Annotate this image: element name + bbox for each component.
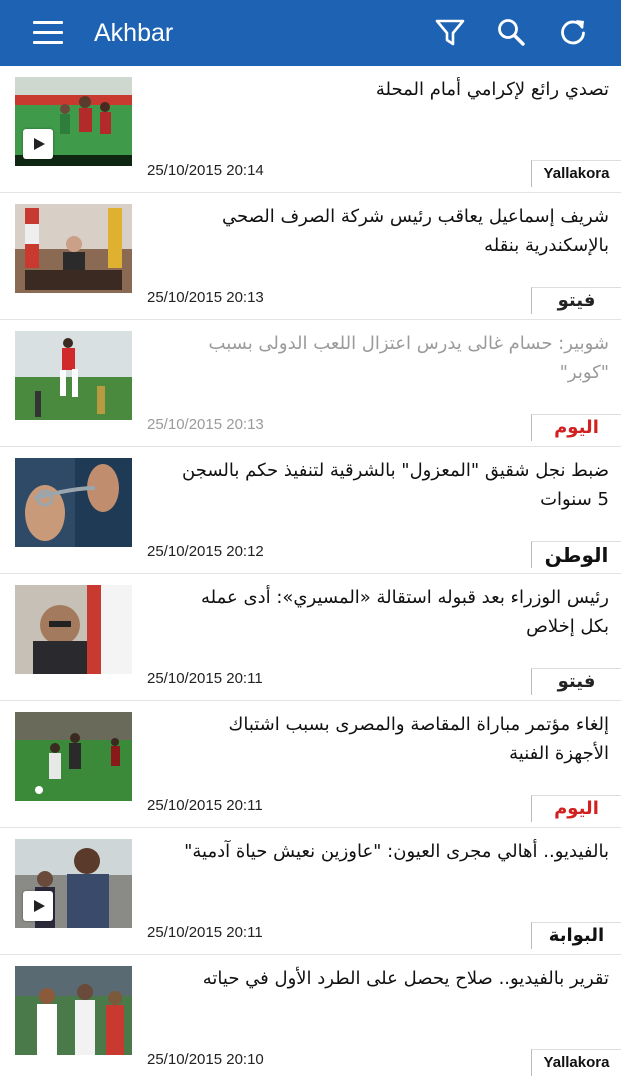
article-thumbnail: [15, 204, 132, 293]
source-logo: اليوم السابع: [531, 414, 621, 441]
refresh-icon[interactable]: [557, 16, 589, 48]
source-logo: الوطن: [531, 541, 621, 568]
article-thumbnail: [15, 331, 132, 420]
news-item[interactable]: بالفيديو.. أهالي مجرى العيون: "عاوزين نع…: [0, 828, 621, 955]
article-thumbnail: [15, 458, 132, 547]
article-timestamp: 25/10/2015 20:10: [147, 1051, 264, 1068]
news-item[interactable]: تصدي رائع لإكرامي أمام المحلة 25/10/2015…: [0, 66, 621, 193]
source-logo: Yallakora: [531, 160, 621, 187]
article-timestamp: 25/10/2015 20:11: [147, 670, 263, 687]
app-title: Akhbar: [94, 19, 174, 47]
article-timestamp: 25/10/2015 20:12: [147, 543, 264, 560]
news-item[interactable]: تقرير بالفيديو.. صلاح يحصل على الطرد الأ…: [0, 955, 621, 1082]
article-headline: تصدي رائع لإكرامي أمام المحلة: [375, 79, 609, 100]
article-timestamp: 25/10/2015 20:11: [147, 797, 263, 814]
article-thumbnail: [15, 839, 132, 928]
article-headline: بالفيديو.. أهالي مجرى العيون: "عاوزين نع…: [184, 841, 609, 862]
news-item[interactable]: إلغاء مؤتمر مباراة المقاصة والمصرى بسبب …: [0, 701, 621, 828]
news-item[interactable]: ضبط نجل شقيق "المعزول" بالشرقية لتنفيذ ح…: [0, 447, 621, 574]
play-video-icon[interactable]: [23, 891, 53, 921]
news-item[interactable]: رئيس الوزراء بعد قبوله استقالة «المسيري»…: [0, 574, 621, 701]
play-video-icon[interactable]: [23, 129, 53, 159]
article-timestamp: 25/10/2015 20:13: [147, 289, 264, 306]
article-thumbnail: [15, 966, 132, 1055]
source-logo: اليوم السابع: [531, 795, 621, 822]
article-timestamp: 25/10/2015 20:11: [147, 924, 263, 941]
article-thumbnail: [15, 712, 132, 801]
source-logo: فيتو: [531, 668, 621, 695]
article-thumbnail: [15, 77, 132, 166]
article-headline: ضبط نجل شقيق "المعزول" بالشرقية لتنفيذ ح…: [182, 460, 609, 510]
app-bar: Akhbar: [0, 0, 621, 66]
search-icon[interactable]: [495, 16, 527, 48]
article-headline: شوبير: حسام غالى يدرس اعتزال اللعب الدول…: [208, 333, 609, 383]
news-item[interactable]: شريف إسماعيل يعاقب رئيس شركة الصرف الصحي…: [0, 193, 621, 320]
article-timestamp: 25/10/2015 20:13: [147, 416, 264, 433]
article-thumbnail: [15, 585, 132, 674]
news-item[interactable]: شوبير: حسام غالى يدرس اعتزال اللعب الدول…: [0, 320, 621, 447]
article-headline: شريف إسماعيل يعاقب رئيس شركة الصرف الصحي…: [222, 206, 609, 256]
article-headline: إلغاء مؤتمر مباراة المقاصة والمصرى بسبب …: [228, 714, 610, 764]
filter-icon[interactable]: [434, 16, 466, 48]
article-timestamp: 25/10/2015 20:14: [147, 162, 264, 179]
source-logo: فيتو: [531, 287, 621, 314]
article-headline: رئيس الوزراء بعد قبوله استقالة «المسيري»…: [201, 587, 609, 637]
article-headline: تقرير بالفيديو.. صلاح يحصل على الطرد الأ…: [202, 968, 609, 989]
source-logo: البوابة: [531, 922, 621, 949]
source-logo: Yallakora: [531, 1049, 621, 1076]
hamburger-menu-icon[interactable]: [33, 21, 63, 45]
